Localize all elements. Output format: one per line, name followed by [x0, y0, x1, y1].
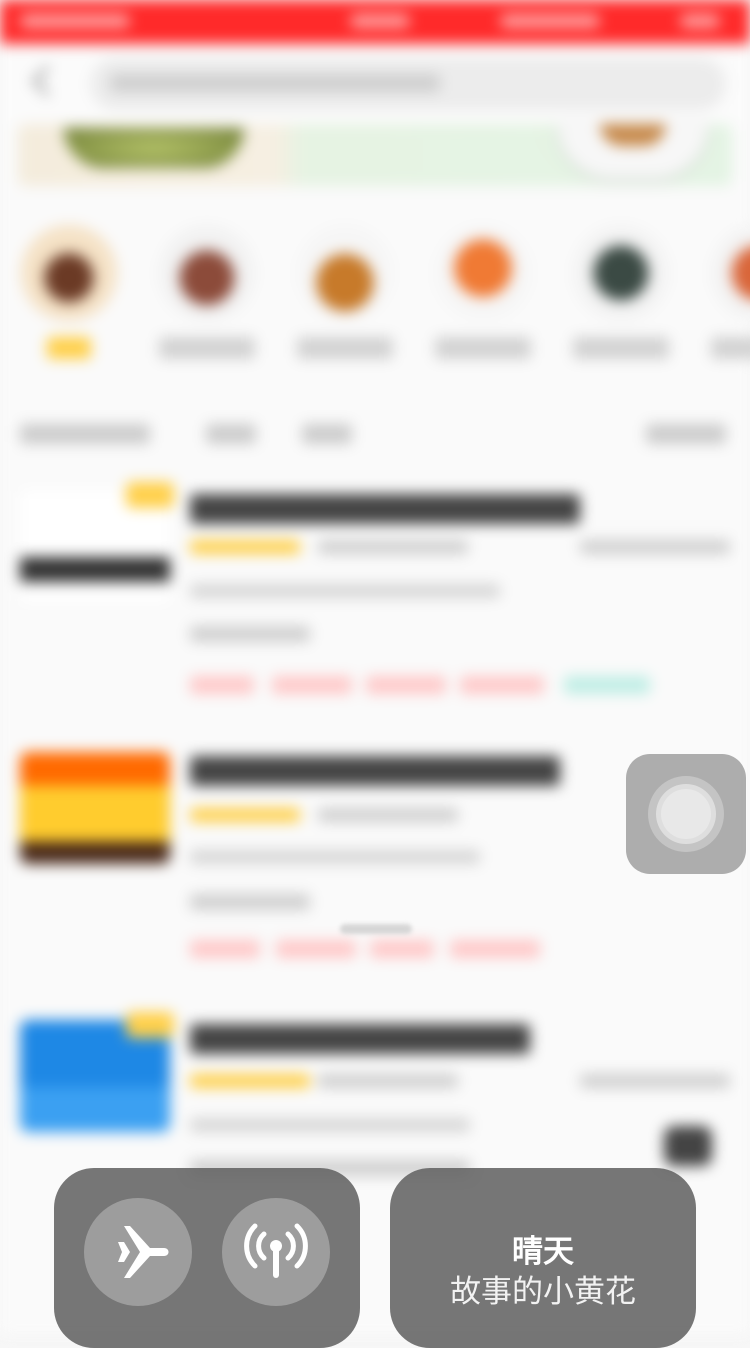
category-item[interactable] [142, 225, 272, 363]
category-item[interactable] [694, 225, 750, 363]
assistive-touch-button[interactable] [626, 754, 746, 874]
status-bar [0, 0, 750, 44]
cellular-data-toggle[interactable] [222, 1198, 330, 1306]
airplane-mode-toggle[interactable] [84, 1198, 192, 1306]
promo-banner[interactable] [18, 124, 732, 186]
search-input[interactable] [90, 58, 726, 110]
now-playing-panel[interactable]: 晴天 故事的小黄花 [390, 1168, 696, 1348]
airplane-icon [118, 1226, 169, 1278]
category-item[interactable] [418, 225, 548, 363]
category-item[interactable] [280, 225, 410, 363]
category-item[interactable] [4, 225, 134, 363]
home-indicator [340, 924, 412, 934]
song-title: 晴天 [512, 1234, 574, 1270]
filter-option[interactable] [302, 424, 352, 444]
cellular-antenna-icon [244, 1223, 308, 1278]
filter-row [0, 412, 750, 456]
filter-button[interactable] [646, 424, 726, 444]
shop-card[interactable] [0, 482, 750, 750]
nav-bar [0, 44, 750, 124]
connectivity-panel [54, 1168, 360, 1348]
background-app [0, 0, 750, 1334]
sort-filter[interactable] [20, 424, 150, 444]
back-icon[interactable] [31, 65, 63, 97]
category-row [0, 225, 750, 375]
filter-option[interactable] [206, 424, 256, 444]
song-artist: 故事的小黄花 [450, 1274, 636, 1310]
category-item[interactable] [556, 225, 686, 363]
